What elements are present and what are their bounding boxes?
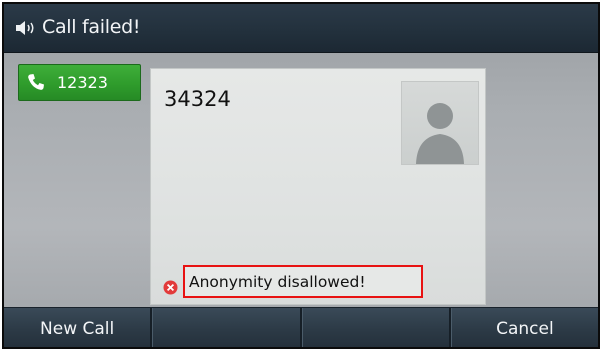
line-key-label: 12323 [57, 73, 108, 92]
error-x-icon [163, 280, 178, 295]
phone-screen: Call failed! 12323 34324 Anonymity disal… [2, 2, 600, 349]
softkey-new-call[interactable]: New Call [4, 308, 153, 347]
title-text: Call failed! [42, 16, 141, 38]
softkey-label: Cancel [496, 319, 554, 339]
status-message: Anonymity disallowed! [189, 273, 366, 291]
softkey-cancel[interactable]: Cancel [450, 308, 598, 347]
called-number: 34324 [164, 87, 231, 111]
softkey-2[interactable] [152, 308, 302, 347]
speaker-icon [16, 21, 34, 35]
title-bar: Call failed! [4, 4, 598, 53]
line-key-12323[interactable]: 12323 [18, 64, 141, 101]
phone-handset-icon [28, 74, 44, 90]
contact-avatar-icon [401, 81, 479, 165]
status-message-box: Anonymity disallowed! [183, 265, 423, 298]
contact-avatar-graphic [416, 103, 464, 164]
softkey-label: New Call [40, 319, 115, 339]
softkey-3[interactable] [301, 308, 451, 347]
softkey-bar: New Call Cancel [4, 307, 598, 347]
call-info-panel: 34324 Anonymity disallowed! [150, 68, 486, 305]
